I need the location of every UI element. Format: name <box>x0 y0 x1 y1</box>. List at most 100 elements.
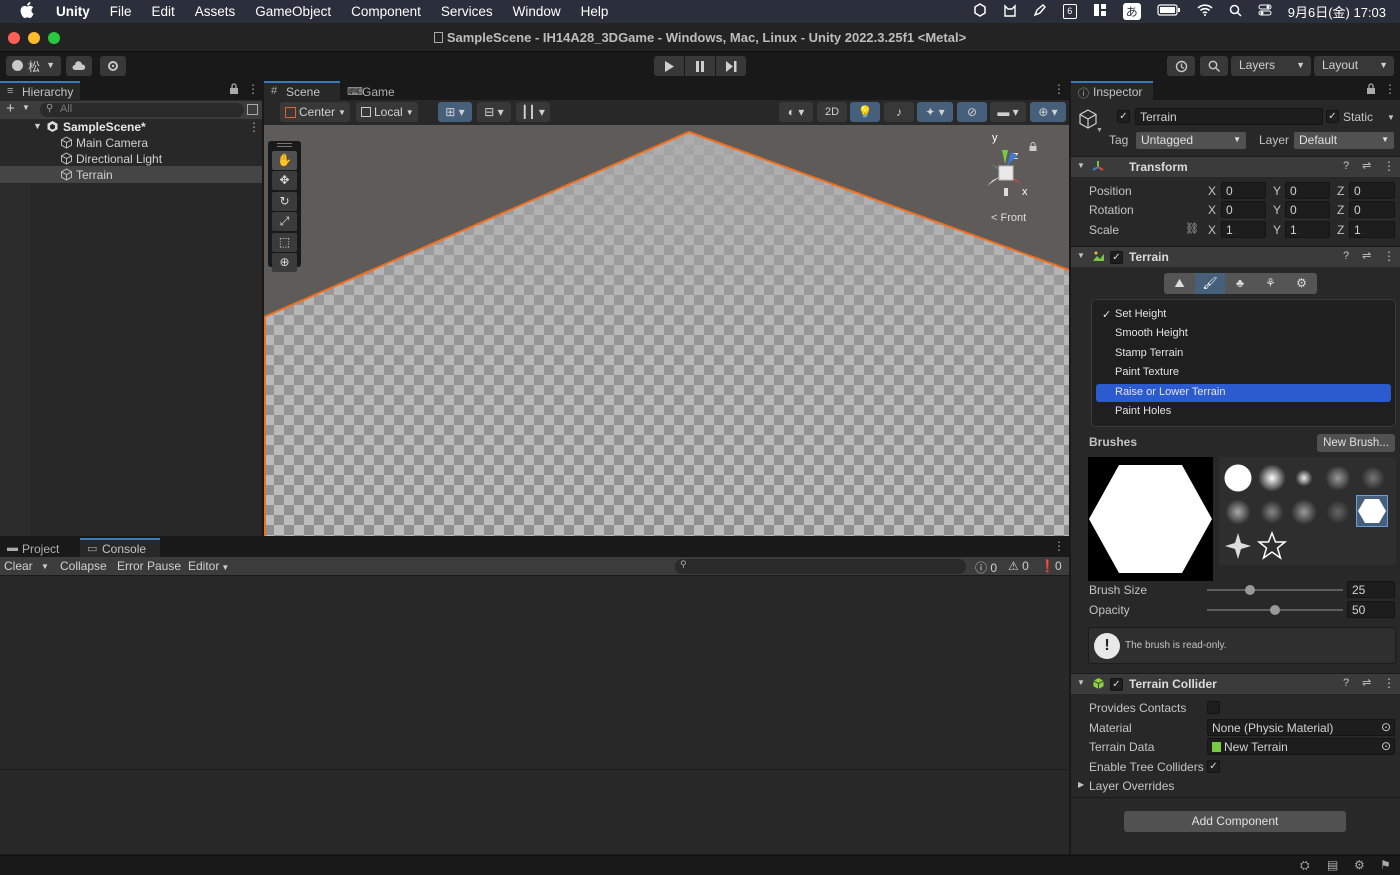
inspector-splitter[interactable] <box>1069 81 1071 854</box>
foldout-arrow-icon[interactable]: ▼ <box>1077 678 1085 687</box>
create-neighbor-terrains-icon[interactable]: ⛰ <box>1164 273 1195 294</box>
brush-grass-icon[interactable] <box>1323 497 1353 527</box>
static-checkbox[interactable]: ✓ <box>1326 110 1339 123</box>
scene-visibility-icon[interactable] <box>247 104 258 115</box>
orientation-gizmo[interactable]: y z x < Front <box>979 130 1059 230</box>
menu-item-paint-texture[interactable]: Paint Texture <box>1096 364 1391 382</box>
lock-icon[interactable] <box>229 83 239 97</box>
brush-splatter-icon[interactable] <box>1223 497 1253 527</box>
background-tasks-icon[interactable]: ⛭ <box>1300 858 1310 873</box>
move-tool-icon[interactable]: ✥ <box>272 171 297 190</box>
foldout-arrow-icon[interactable]: ▼ <box>1077 251 1085 260</box>
error-count-toggle[interactable]: ❗0 <box>1040 559 1062 573</box>
menu-item-stamp-terrain[interactable]: Stamp Terrain <box>1096 345 1391 363</box>
space-local-dropdown[interactable]: Local ▼ <box>356 102 418 122</box>
brush-star-outline-icon[interactable] <box>1256 530 1288 561</box>
tab-inspector[interactable]: ⓘ Inspector <box>1071 81 1153 100</box>
active-checkbox[interactable]: ✓ <box>1117 110 1130 123</box>
help-icon[interactable]: ? <box>1343 250 1349 262</box>
paint-details-icon[interactable]: ⚘ <box>1255 273 1286 294</box>
menu-file[interactable]: File <box>100 4 142 19</box>
preset-icon[interactable]: ⇌ <box>1362 676 1371 689</box>
more-options-icon[interactable]: ⋮ <box>247 82 259 96</box>
hidden-objects-toggle-icon[interactable]: ⊘ <box>957 102 987 122</box>
scale-x-field[interactable]: 1 <box>1221 221 1266 238</box>
brush-size-field[interactable]: 25 <box>1347 581 1395 598</box>
scale-z-field[interactable]: 1 <box>1349 221 1395 238</box>
collab-settings-icon[interactable] <box>100 56 126 76</box>
menu-gameobject[interactable]: GameObject <box>245 4 341 19</box>
palette-drag-handle[interactable] <box>277 143 292 147</box>
rect-tool-icon[interactable]: ⬚ <box>272 233 297 252</box>
layer-dropdown[interactable]: Default ▼ <box>1294 132 1394 149</box>
console-splitter[interactable] <box>0 769 1069 770</box>
provides-contacts-checkbox[interactable] <box>1207 701 1220 714</box>
menu-item-paint-holes[interactable]: Paint Holes <box>1096 403 1391 421</box>
brush-hexagon-icon[interactable] <box>1356 495 1388 527</box>
console-more-options-icon[interactable]: ⋮ <box>1053 539 1065 553</box>
camera-settings-dropdown-icon[interactable]: ▬ ▾ <box>990 102 1026 122</box>
play-button[interactable] <box>654 56 684 76</box>
hierarchy-item-directional-light[interactable]: Directional Light <box>0 151 262 167</box>
spotlight-search-icon[interactable] <box>1229 4 1242 20</box>
log-count-toggle[interactable]: ⓘ 0 <box>975 559 997 576</box>
shading-mode-dropdown[interactable]: ◐ ▾ <box>779 102 813 122</box>
hierarchy-scene-splitter[interactable] <box>262 81 264 536</box>
transform-header[interactable]: ▼ Transform ? ⇌ ⋮ <box>1071 156 1400 177</box>
paint-trees-icon[interactable]: ♣ <box>1225 273 1255 294</box>
brush-ring-icon[interactable] <box>1289 497 1319 527</box>
brush-noise-icon[interactable] <box>1323 463 1353 493</box>
brush-cloud-icon[interactable] <box>1257 497 1287 527</box>
hierarchy-item-terrain[interactable]: Terrain <box>0 166 262 183</box>
preset-icon[interactable]: ⇌ <box>1362 249 1371 262</box>
ruler-toggle[interactable]: ┃┃ ▾ <box>516 102 550 122</box>
unity-status-icon[interactable] <box>973 3 987 20</box>
terrain-settings-icon[interactable]: ⚙ <box>1286 273 1317 294</box>
audio-toggle-icon[interactable]: ♪ <box>884 102 914 122</box>
error-pause-button[interactable]: Error Pause <box>117 559 181 573</box>
expand-arrow-icon[interactable]: ▼ <box>33 121 42 131</box>
scale-y-field[interactable]: 1 <box>1285 221 1330 238</box>
layer-overrides-foldout-icon[interactable]: ▶ <box>1078 780 1084 789</box>
rotation-z-field[interactable]: 0 <box>1349 201 1395 218</box>
object-picker-icon[interactable]: ⊙ <box>1381 720 1391 734</box>
component-more-options-icon[interactable]: ⋮ <box>1383 249 1395 263</box>
calendar-icon[interactable]: 6 <box>1062 4 1077 19</box>
constrain-proportions-icon[interactable]: ⛓ <box>1185 222 1199 235</box>
component-more-options-icon[interactable]: ⋮ <box>1383 159 1395 173</box>
step-button[interactable] <box>716 56 746 76</box>
scene-more-options-icon[interactable]: ⋮ <box>1053 82 1065 96</box>
tab-console[interactable]: ▭ Console <box>80 538 160 557</box>
static-dropdown-arrow-icon[interactable]: ▼ <box>1387 113 1395 122</box>
terrain-collider-header[interactable]: ▼ ✓ Terrain Collider ? ⇌ ⋮ <box>1071 673 1400 694</box>
help-icon[interactable]: ? <box>1343 677 1349 689</box>
preset-icon[interactable]: ⇌ <box>1362 159 1371 172</box>
brush-size-slider-thumb[interactable] <box>1244 585 1255 595</box>
cache-server-icon[interactable]: ▤ <box>1327 858 1338 872</box>
menu-window[interactable]: Window <box>503 4 571 19</box>
pause-button[interactable] <box>685 56 715 76</box>
brush-rock-icon[interactable] <box>1358 463 1388 493</box>
lighting-toggle-icon[interactable]: 💡 <box>850 102 880 122</box>
undo-history-icon[interactable] <box>1167 56 1195 76</box>
terrain-data-field[interactable]: New Terrain ⊙ <box>1207 738 1395 755</box>
notifications-icon[interactable]: ⚑ <box>1380 858 1391 872</box>
opacity-field[interactable]: 50 <box>1347 601 1395 618</box>
input-method-icon[interactable]: あ <box>1122 3 1141 20</box>
tab-project[interactable]: ▬ Project <box>0 538 78 557</box>
enable-tree-colliders-checkbox[interactable]: ✓ <box>1207 760 1220 773</box>
menu-edit[interactable]: Edit <box>142 4 185 19</box>
add-component-button[interactable]: Add Component <box>1124 811 1346 832</box>
brush-small-soft-icon[interactable] <box>1289 463 1319 493</box>
search-icon[interactable] <box>1200 56 1228 76</box>
debug-mode-icon[interactable]: ⚙ <box>1354 858 1365 872</box>
increment-snap-toggle[interactable]: ⊟ ▾ <box>477 102 511 122</box>
menu-item-set-height[interactable]: ✓ Set Height <box>1096 306 1391 324</box>
add-dropdown-arrow-icon[interactable]: ▼ <box>22 103 30 112</box>
editor-target-dropdown[interactable]: Editor ▼ <box>188 559 229 573</box>
object-name-field[interactable]: Terrain <box>1135 108 1323 125</box>
foldout-arrow-icon[interactable]: ▼ <box>1077 161 1085 170</box>
warning-count-toggle[interactable]: ⚠ 0 <box>1008 559 1029 573</box>
rotation-y-field[interactable]: 0 <box>1285 201 1330 218</box>
inspector-lock-icon[interactable] <box>1366 83 1376 97</box>
